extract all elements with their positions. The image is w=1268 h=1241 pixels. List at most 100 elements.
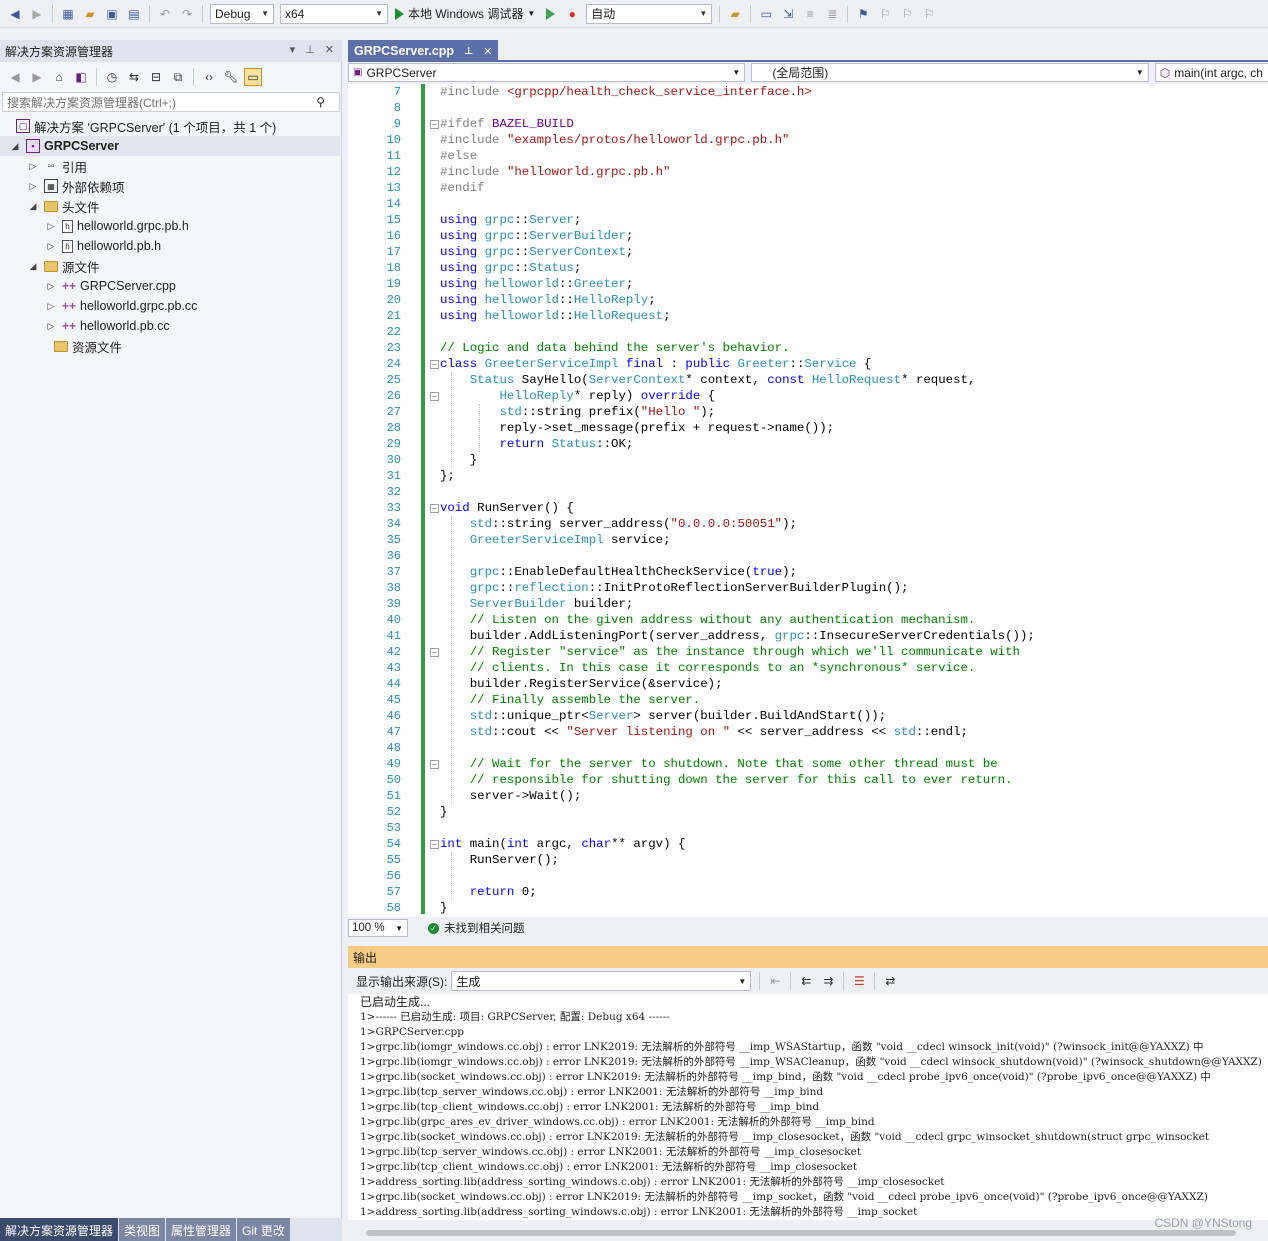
tree-item-external-deps[interactable]: ▷ ▦ 外部依赖项 bbox=[0, 176, 340, 196]
start-debugging-button[interactable]: 本地 Windows 调试器 ▼ bbox=[395, 5, 535, 22]
close-icon[interactable]: ✕ bbox=[483, 45, 492, 58]
configuration-dropdown[interactable]: Debug ▼ bbox=[210, 3, 274, 24]
issues-status[interactable]: 未找到相关问题 bbox=[444, 920, 525, 936]
tab-grpcserver-cpp[interactable]: GRPCServer.cpp ⊥ ✕ bbox=[348, 40, 499, 62]
collapsed-arrow-icon[interactable]: ▷ bbox=[46, 321, 56, 332]
switch-views-icon[interactable]: ◧ bbox=[72, 68, 90, 86]
window-menu-icon[interactable]: ▾ bbox=[290, 43, 296, 56]
tree-item-solution[interactable]: ▢ 解决方案 'GRPCServer' (1 个项目，共 1 个) bbox=[0, 116, 340, 136]
word-wrap-icon[interactable]: ⇄ bbox=[881, 972, 899, 990]
main-toolbar: ◀ ▶ ▦ ▰ ▣ ▤ ↶ ↷ Debug ▼ x64 ▼ 本地 Windows 调… bbox=[0, 0, 1268, 28]
fold-toggle-icon[interactable]: − bbox=[430, 392, 439, 401]
expanded-arrow-icon[interactable]: ◢ bbox=[28, 261, 38, 272]
code-line: using helloworld::HelloReply; bbox=[440, 293, 656, 307]
collapsed-arrow-icon[interactable]: ▷ bbox=[28, 181, 38, 192]
step-icon[interactable]: ⇲ bbox=[779, 5, 797, 23]
code-line: } bbox=[440, 453, 478, 467]
tree-item-references[interactable]: ▷ ▫▫ 引用 bbox=[0, 156, 340, 176]
expanded-arrow-icon[interactable]: ◢ bbox=[10, 141, 20, 152]
save-icon[interactable]: ▣ bbox=[103, 5, 121, 23]
project-icon: ▪ bbox=[26, 139, 40, 153]
tree-item-file[interactable]: ▷ ++ helloworld.pb.cc bbox=[0, 316, 340, 336]
tree-item-file[interactable]: ▷ ++ GRPCServer.cpp bbox=[0, 276, 340, 296]
output-line: 1>grpc.lib(socket_windows.cc.obj) : erro… bbox=[360, 1191, 1208, 1203]
mode-dropdown[interactable]: 自动 ▼ bbox=[586, 3, 713, 24]
tree-item-resource-folder[interactable]: 资源文件 bbox=[0, 336, 340, 356]
tab-git-changes[interactable]: Git 更改 bbox=[237, 1218, 290, 1241]
next-bookmark-icon[interactable]: ⚐ bbox=[898, 5, 916, 23]
comment-icon[interactable]: ≡ bbox=[801, 5, 819, 23]
scrollbar-thumb[interactable] bbox=[366, 1230, 1236, 1236]
tab-property-manager[interactable]: 属性管理器 bbox=[166, 1218, 237, 1241]
tree-item-project[interactable]: ◢ ▪ GRPCServer bbox=[0, 136, 340, 156]
preview-icon[interactable]: ▭ bbox=[244, 68, 262, 86]
clear-bookmarks-icon[interactable]: ⚐ bbox=[920, 5, 938, 23]
fold-toggle-icon[interactable]: − bbox=[430, 648, 439, 657]
fold-toggle-icon[interactable]: − bbox=[430, 840, 439, 849]
uncomment-icon[interactable]: ≣ bbox=[823, 5, 841, 23]
forward-icon[interactable]: ▶ bbox=[28, 5, 46, 23]
view-code-icon[interactable]: ‹› bbox=[200, 68, 218, 86]
code-line: // Wait for the server to shutdown. Note… bbox=[440, 757, 998, 771]
pending-changes-icon[interactable]: ◷ bbox=[103, 68, 121, 86]
solution-search-input[interactable]: 搜索解决方案资源管理器(Ctrl+;) ⚲ bbox=[2, 92, 340, 112]
start-without-debugging-icon[interactable] bbox=[541, 5, 559, 23]
project-dropdown[interactable]: ▣ GRPCServer ▼ bbox=[348, 63, 746, 82]
prev-bookmark-icon[interactable]: ⚐ bbox=[876, 5, 894, 23]
code-line: using grpc::ServerContext; bbox=[440, 245, 634, 259]
tree-item-file[interactable]: ▷ h helloworld.grpc.pb.h bbox=[0, 216, 340, 236]
back-icon[interactable]: ◀ bbox=[6, 5, 24, 23]
window-layout-icon[interactable]: ▭ bbox=[757, 5, 775, 23]
pin-icon[interactable]: ⊥ bbox=[305, 43, 315, 56]
properties-icon[interactable]: 🔧︎ bbox=[222, 68, 240, 86]
output-text-area[interactable]: 已启动生成... 1>------ 已启动生成: 项目: GRPCServer, … bbox=[348, 994, 1268, 1220]
hot-reload-icon[interactable]: ● bbox=[563, 5, 581, 23]
scope-dropdown[interactable]: (全局范围) ▼ bbox=[751, 63, 1149, 82]
fold-toggle-icon[interactable]: − bbox=[430, 360, 439, 369]
tree-item-header-folder[interactable]: ◢ 头文件 bbox=[0, 196, 340, 216]
expanded-arrow-icon[interactable]: ◢ bbox=[28, 201, 38, 212]
zoom-dropdown[interactable]: 100 % ▼ bbox=[348, 919, 408, 937]
sync-icon[interactable]: ⇆ bbox=[125, 68, 143, 86]
tab-class-view[interactable]: 类视图 bbox=[119, 1218, 166, 1241]
platform-dropdown[interactable]: x64 ▼ bbox=[280, 3, 388, 24]
home-icon[interactable]: ⌂ bbox=[50, 68, 68, 86]
browse-icon[interactable]: ▰ bbox=[726, 5, 744, 23]
close-icon[interactable]: ✕ bbox=[325, 43, 334, 56]
show-all-files-icon[interactable]: ⧉ bbox=[169, 68, 187, 86]
line-number: 49 bbox=[386, 757, 401, 771]
tab-solution-explorer[interactable]: 解决方案资源管理器 bbox=[0, 1218, 119, 1241]
fold-toggle-icon[interactable]: − bbox=[430, 760, 439, 769]
new-project-icon[interactable]: ▦ bbox=[59, 5, 77, 23]
find-message-icon[interactable]: ⇤ bbox=[766, 972, 784, 990]
save-all-icon[interactable]: ▤ bbox=[125, 5, 143, 23]
bookmark-icon[interactable]: ⚑ bbox=[854, 5, 872, 23]
collapsed-arrow-icon[interactable]: ▷ bbox=[46, 301, 56, 312]
tree-item-file[interactable]: ▷ h helloworld.pb.h bbox=[0, 236, 340, 256]
open-folder-icon[interactable]: ▰ bbox=[81, 5, 99, 23]
code-line: return 0; bbox=[469, 885, 537, 899]
fold-toggle-icon[interactable]: − bbox=[430, 120, 439, 129]
next-message-icon[interactable]: ⇉ bbox=[819, 972, 837, 990]
collapse-all-icon[interactable]: ⊟ bbox=[147, 68, 165, 86]
collapsed-arrow-icon[interactable]: ▷ bbox=[46, 221, 56, 232]
code-line: } bbox=[440, 805, 448, 819]
collapsed-arrow-icon[interactable]: ▷ bbox=[46, 281, 56, 292]
output-source-dropdown[interactable]: 生成 ▼ bbox=[451, 971, 752, 991]
back-icon[interactable]: ◀ bbox=[6, 68, 24, 86]
undo-icon[interactable]: ↶ bbox=[156, 5, 174, 23]
tree-item-file[interactable]: ▷ ++ helloworld.grpc.pb.cc bbox=[0, 296, 340, 316]
pin-icon[interactable]: ⊥ bbox=[464, 46, 473, 57]
clear-all-icon[interactable]: ☰ bbox=[850, 972, 868, 990]
forward-icon[interactable]: ▶ bbox=[28, 68, 46, 86]
redo-icon[interactable]: ↷ bbox=[178, 5, 196, 23]
member-dropdown[interactable]: ⬡ main(int argc, ch bbox=[1154, 63, 1268, 82]
code-editor[interactable]: 7 8 9 10 11 12 13 14 15 16 17 18 19 20 21 22 23 24 25 26 27 2… bbox=[348, 84, 1268, 917]
fold-toggle-icon[interactable]: − bbox=[430, 504, 439, 513]
collapsed-arrow-icon[interactable]: ▷ bbox=[28, 161, 38, 172]
collapsed-arrow-icon[interactable]: ▷ bbox=[46, 241, 56, 252]
tree-item-source-folder[interactable]: ◢ 源文件 bbox=[0, 256, 340, 276]
prev-message-icon[interactable]: ⇇ bbox=[797, 972, 815, 990]
output-line: 1>grpc.lib(socket_windows.cc.obj) : erro… bbox=[360, 1071, 1211, 1083]
horizontal-scrollbar[interactable] bbox=[348, 1226, 1268, 1240]
